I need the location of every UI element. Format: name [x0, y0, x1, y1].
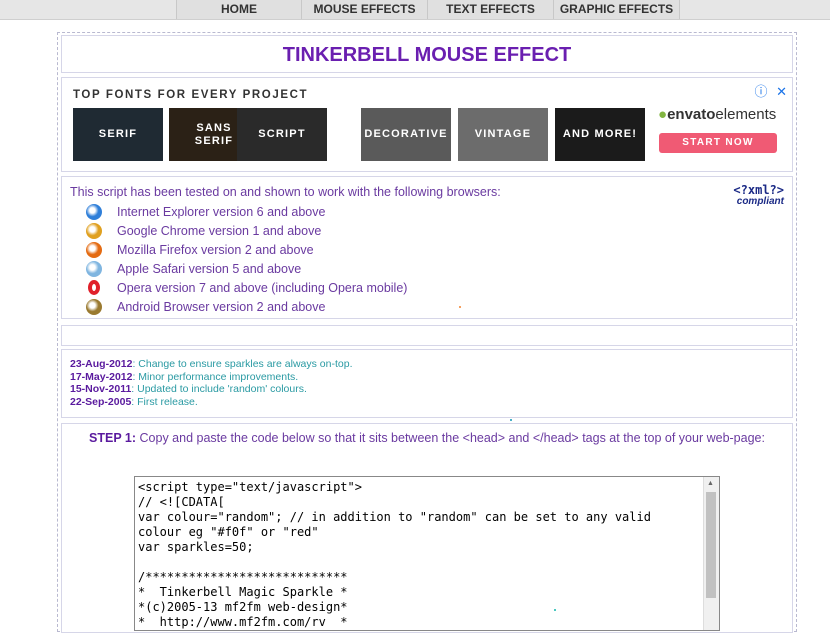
chrome-icon [86, 222, 102, 239]
nav-home[interactable]: HOME [176, 0, 302, 19]
step1-panel: STEP 1: Copy and paste the code below so… [61, 423, 793, 633]
main-nav: HOME MOUSE EFFECTS TEXT EFFECTS GRAPHIC EFF… [176, 0, 680, 19]
browser-label: Opera version 7 and above (including Ope… [117, 280, 408, 295]
changelog-text: : Updated to include 'random' colours. [131, 383, 307, 395]
top-nav-bar: HOME MOUSE EFFECTS TEXT EFFECTS GRAPHIC EFF… [0, 0, 830, 20]
code-scrollbar[interactable]: ▲ [703, 477, 719, 630]
changelog-text: : Minor performance improvements. [132, 370, 299, 383]
safari-icon [86, 260, 102, 277]
browser-item: Apple Safari version 5 and above [86, 259, 407, 278]
changelog-text: : First release. [131, 395, 198, 408]
ad-banner[interactable]: TOP FONTS FOR EVERY PROJECT ⓘ ✕ SERIF SAN… [61, 77, 793, 172]
browser-list: Internet Explorer version 6 and above Goo… [86, 202, 407, 316]
android-icon [86, 298, 102, 315]
browser-label: Apple Safari version 5 and above [117, 261, 302, 276]
sparkle [510, 419, 512, 421]
ie-icon [86, 203, 102, 220]
changelog-text: : Change to ensure sparkles are always o… [132, 358, 353, 370]
browser-item: Mozilla Firefox version 2 and above [86, 240, 407, 259]
font-category-tile[interactable]: AND MORE! [555, 108, 645, 161]
browser-label: Google Chrome version 1 and above [117, 223, 322, 238]
envato-logo[interactable]: ●envatoelements [658, 106, 776, 123]
xml-compliant-badge[interactable]: <?xml?> compliant [733, 184, 784, 207]
changelog-entry: 22-Sep-2005: First release. [70, 396, 198, 408]
firefox-icon [86, 241, 102, 258]
changelog-entry: 17-May-2012: Minor performance improveme… [70, 371, 298, 383]
code-textarea[interactable]: <script type="text/javascript"> // <![CD… [134, 476, 720, 631]
browser-label: Mozilla Firefox version 2 and above [117, 242, 314, 257]
page-title: TINKERBELL MOUSE EFFECT [61, 35, 793, 73]
browser-intro: This script has been tested on and shown… [70, 185, 501, 199]
changelog-entry: 23-Aug-2012: Change to ensure sparkles a… [70, 358, 353, 370]
ad-heading: TOP FONTS FOR EVERY PROJECT [73, 89, 309, 101]
browser-item: Internet Explorer version 6 and above [86, 202, 407, 221]
scrollbar-thumb[interactable] [706, 492, 716, 598]
browser-item: Google Chrome version 1 and above [86, 221, 407, 240]
browser-item: Opera version 7 and above (including Ope… [86, 278, 407, 297]
sparkle [459, 306, 461, 308]
font-category-tile[interactable]: SCRIPT [237, 108, 327, 161]
font-category-tile[interactable]: DECORATIVE [361, 108, 451, 161]
changelog-date: 17-May-2012 [70, 370, 133, 383]
font-category-tile[interactable]: SERIF [73, 108, 163, 161]
opera-icon [88, 280, 100, 295]
empty-panel [61, 325, 793, 346]
sparkle [554, 609, 556, 611]
browser-label: Android Browser version 2 and above [117, 299, 326, 314]
browser-compat-panel: This script has been tested on and shown… [61, 176, 793, 319]
nav-text-effects[interactable]: TEXT EFFECTS [428, 0, 554, 19]
nav-graphic-effects[interactable]: GRAPHIC EFFECTS [554, 0, 680, 19]
step1-instructions: STEP 1: Copy and paste the code below so… [89, 431, 765, 445]
font-category-tile[interactable]: VINTAGE [458, 108, 548, 161]
changelog-entry: 15-Nov-2011: Updated to include 'random'… [70, 383, 307, 395]
start-now-button[interactable]: START NOW [659, 133, 777, 153]
changelog-date: 15-Nov-2011 [70, 383, 132, 395]
ad-info-icon[interactable]: ⓘ [754, 84, 767, 99]
code-content[interactable]: <script type="text/javascript"> // <![CD… [138, 480, 651, 630]
browser-item: Android Browser version 2 and above [86, 297, 407, 316]
scroll-up-icon[interactable]: ▲ [707, 480, 714, 487]
ad-close-icon[interactable]: ✕ [776, 84, 787, 99]
nav-mouse-effects[interactable]: MOUSE EFFECTS [302, 0, 428, 19]
browser-label: Internet Explorer version 6 and above [117, 204, 326, 219]
changelog-panel: 23-Aug-2012: Change to ensure sparkles a… [61, 349, 793, 418]
changelog-date: 22-Sep-2005 [70, 395, 132, 408]
changelog-date: 23-Aug-2012 [70, 358, 133, 370]
